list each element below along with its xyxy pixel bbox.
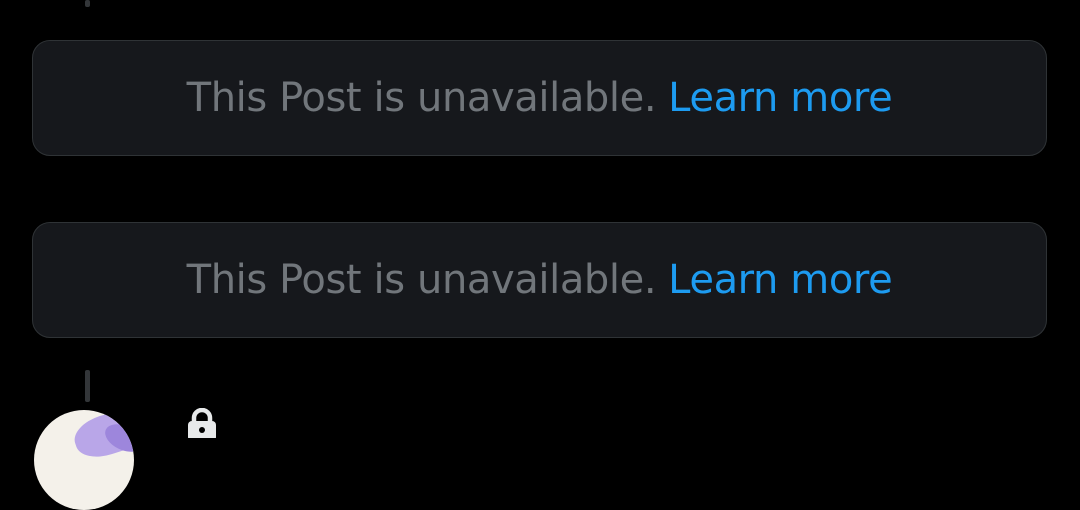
learn-more-link[interactable]: Learn more <box>668 257 893 303</box>
learn-more-link[interactable]: Learn more <box>668 75 893 121</box>
user-avatar[interactable] <box>34 410 134 510</box>
thread-connector-line <box>85 370 90 402</box>
thread-connector-line <box>85 0 90 7</box>
lock-icon <box>185 407 219 441</box>
unavailable-notice-text: This Post is unavailable. <box>186 257 657 303</box>
unavailable-notice-text: This Post is unavailable. <box>186 75 657 121</box>
unavailable-post-card: This Post is unavailable. Learn more <box>32 222 1047 338</box>
unavailable-post-card: This Post is unavailable. Learn more <box>32 40 1047 156</box>
